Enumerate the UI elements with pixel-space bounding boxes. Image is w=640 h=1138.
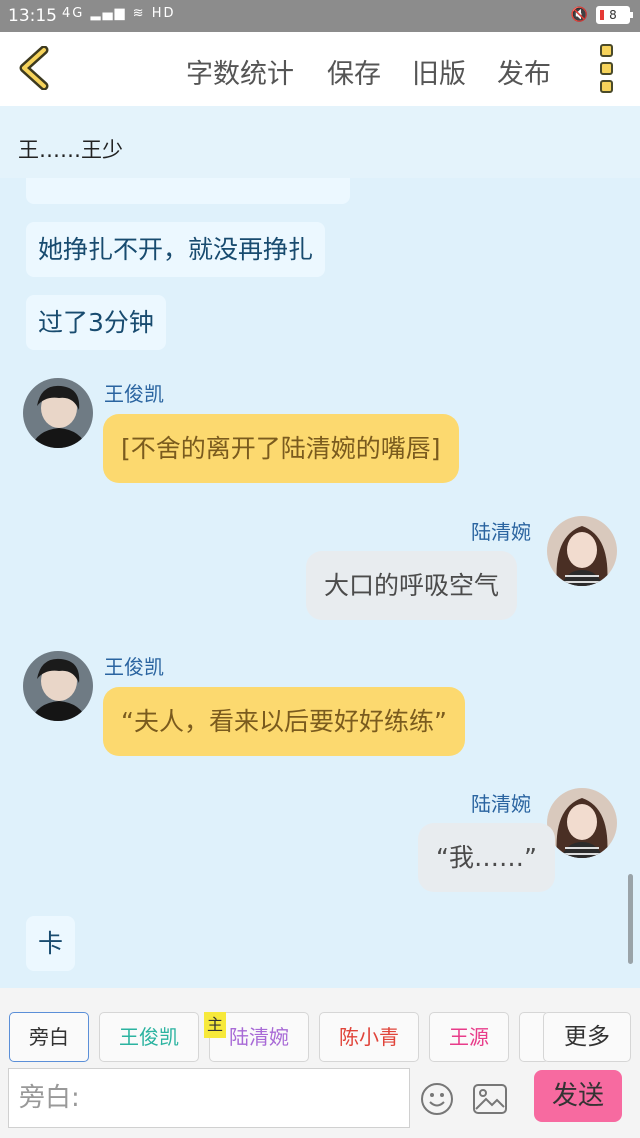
top-toolbar: 字数统计 保存 旧版 发布 xyxy=(0,32,640,106)
narration-bubble[interactable]: 她挣扎不开，就没再挣扎 xyxy=(26,222,326,277)
message-text: 卡 xyxy=(38,929,64,958)
chevron-left-icon xyxy=(19,45,49,91)
wifi-icon: ≋ xyxy=(132,6,146,21)
network-type: 4G xyxy=(62,6,85,21)
role-tab-narrator[interactable]: 旁白 xyxy=(9,1012,89,1062)
battery-level: 8 xyxy=(609,8,617,22)
composer-panel: 旁白 王俊凯 陆清婉 主 陈小青 王源 更多 发送 xyxy=(0,988,640,1138)
message-text: 大口的呼吸空气 xyxy=(324,571,500,600)
send-button[interactable]: 发送 xyxy=(534,1070,622,1122)
message-text: [不舍的离开了陆清婉的嘴唇] xyxy=(121,434,441,463)
chat-area[interactable]: 王……王少 她挣扎不开，就没再挣扎 过了3分钟 王俊凯 [不舍的离开了陆清婉的嘴… xyxy=(0,106,640,988)
publish-button[interactable]: 发布 xyxy=(497,52,551,91)
status-bar: 13:15 4G ▂▄▆ ≋ HD 🔇 8 xyxy=(0,0,640,32)
avatar-lu-qingwan[interactable] xyxy=(547,516,617,586)
role-label: 王源 xyxy=(449,1025,489,1049)
sender-name: 王俊凯 xyxy=(104,655,164,679)
role-tab-wang-junkai[interactable]: 王俊凯 xyxy=(99,1012,199,1062)
message-bubble-left[interactable]: [不舍的离开了陆清婉的嘴唇] xyxy=(103,414,459,483)
more-vertical-icon[interactable] xyxy=(596,44,616,98)
message-text: 过了3分钟 xyxy=(38,308,154,337)
image-icon[interactable] xyxy=(472,1083,508,1115)
message-text: 她挣扎不开，就没再挣扎 xyxy=(38,235,314,264)
signal-bars-icon: ▂▄▆ xyxy=(90,6,127,21)
status-time: 13:15 xyxy=(8,6,57,26)
back-button[interactable] xyxy=(14,45,58,91)
smile-icon[interactable] xyxy=(420,1082,454,1116)
sender-name: 陆清婉 xyxy=(471,792,531,816)
role-label: 旁白 xyxy=(29,1025,69,1049)
message-bubble-right[interactable]: “我……” xyxy=(418,823,555,892)
hd-badge: HD xyxy=(151,6,176,21)
message-input-box[interactable] xyxy=(8,1068,410,1128)
sender-name: 陆清婉 xyxy=(471,520,531,544)
main-role-badge: 主 xyxy=(204,1012,226,1038)
old-version-button[interactable]: 旧版 xyxy=(412,52,466,91)
avatar-lu-qingwan[interactable] xyxy=(547,788,617,858)
message-text: “夫人，看来以后要好好练练” xyxy=(121,707,447,736)
save-button[interactable]: 保存 xyxy=(327,52,381,91)
role-tab-chen-xiaoqing[interactable]: 陈小青 xyxy=(319,1012,419,1062)
word-count-button[interactable]: 字数统计 xyxy=(186,52,294,91)
role-label: 陆清婉 xyxy=(229,1025,289,1049)
more-roles-button[interactable]: 更多 xyxy=(543,1012,631,1062)
avatar-wang-junkai[interactable] xyxy=(23,651,93,721)
avatar-wang-junkai[interactable] xyxy=(23,378,93,448)
message-bubble-left[interactable]: “夫人，看来以后要好好练练” xyxy=(103,687,465,756)
message-bubble-right[interactable]: 大口的呼吸空气 xyxy=(306,551,518,620)
more-label: 更多 xyxy=(564,1024,610,1050)
role-tab-wang-yuan[interactable]: 王源 xyxy=(429,1012,509,1062)
sender-name: 王俊凯 xyxy=(104,382,164,406)
chat-header-text: 王……王少 xyxy=(18,138,123,162)
message-text: “我……” xyxy=(436,843,537,872)
chat-header: 王……王少 xyxy=(0,106,640,178)
narration-bubble[interactable]: 卡 xyxy=(26,916,76,971)
message-input[interactable] xyxy=(9,1069,409,1127)
mute-icon: 🔇 xyxy=(570,7,588,23)
battery-icon: 8 xyxy=(596,6,633,24)
role-label: 王俊凯 xyxy=(119,1025,179,1049)
role-label: 陈小青 xyxy=(339,1025,399,1049)
scrollbar[interactable] xyxy=(628,874,633,964)
signal-icon: 4G ▂▄▆ ≋ HD xyxy=(62,6,175,21)
narration-bubble[interactable]: 过了3分钟 xyxy=(26,295,166,350)
send-label: 发送 xyxy=(551,1081,604,1111)
